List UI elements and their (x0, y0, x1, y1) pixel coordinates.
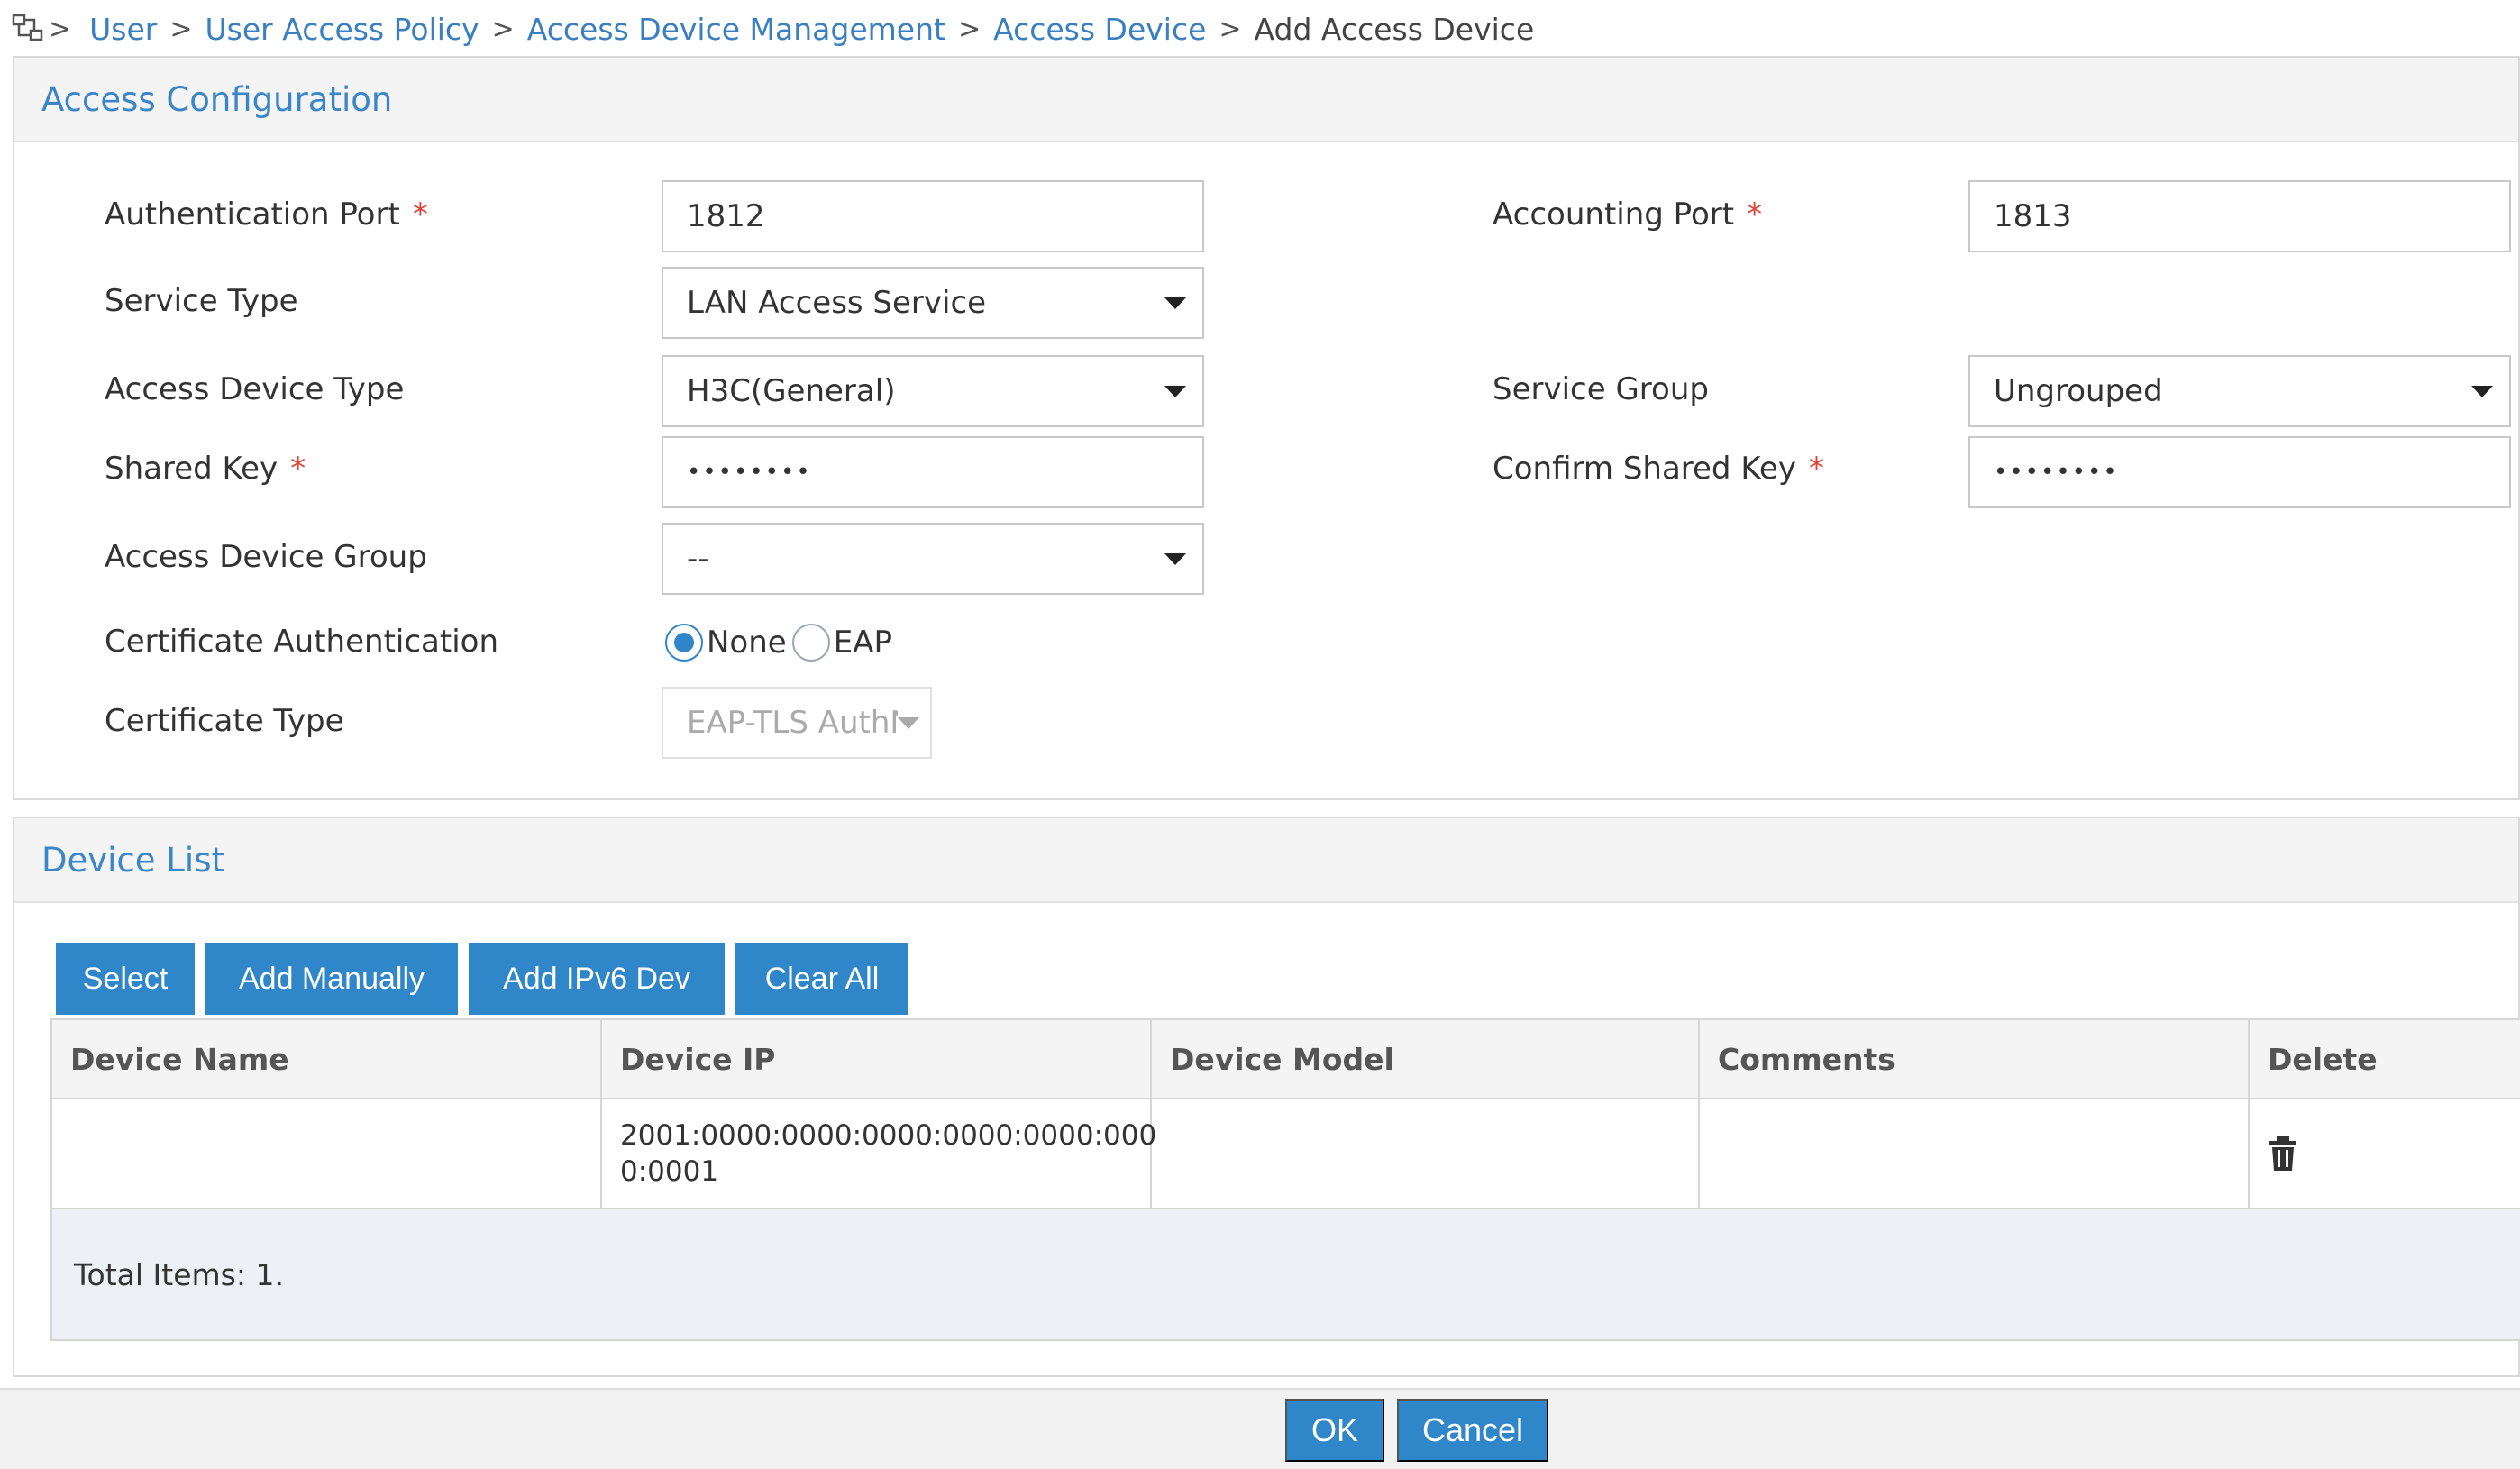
breadcrumb: > User > User Access Policy > Access Dev… (0, 0, 2520, 58)
auth-port-label-text: Authentication Port (105, 196, 400, 233)
acct-port-label: Accounting Port * (1493, 196, 1762, 233)
ok-button[interactable]: OK (1285, 1399, 1384, 1462)
table-footer-total: Total Items: 1. (52, 1209, 2520, 1339)
cell-comments (1700, 1099, 2250, 1208)
device-list-toolbar: Select Add Manually Add IPv6 Dev Clear A… (56, 943, 908, 1015)
cert-auth-radio-none[interactable] (665, 624, 703, 662)
device-table: Device Name Device IP Device Model Comme… (50, 1018, 2520, 1341)
required-marker: * (412, 196, 428, 233)
breadcrumb-separator: > (49, 13, 72, 45)
chevron-down-icon (1164, 386, 1186, 397)
add-manually-button[interactable]: Add Manually (205, 943, 458, 1015)
breadcrumb-link-access-device[interactable]: Access Device (993, 12, 1206, 47)
cert-auth-radio-eap[interactable] (791, 624, 830, 662)
column-header-device-model[interactable]: Device Model (1152, 1020, 1700, 1098)
chevron-down-icon (1164, 553, 1186, 565)
trash-icon[interactable] (2268, 1136, 2298, 1172)
cert-auth-option-eap-label[interactable]: EAP (834, 625, 892, 661)
device-group-select[interactable]: -- (662, 523, 1204, 595)
chevron-down-icon (2471, 386, 2493, 397)
cert-auth-label: Certificate Authentication (105, 624, 499, 660)
cert-auth-radio-group: None EAP (665, 624, 892, 662)
column-header-device-ip[interactable]: Device IP (602, 1020, 1152, 1098)
service-type-label: Service Type (105, 283, 298, 319)
chevron-down-icon (898, 717, 919, 729)
breadcrumb-separator: > (1219, 13, 1242, 45)
device-ip-line-1: 2001:0000:0000:0000:0000:0000:000 (620, 1119, 1157, 1152)
auth-port-value: 1812 (687, 198, 765, 234)
breadcrumb-separator: > (491, 13, 515, 45)
column-header-device-name[interactable]: Device Name (52, 1020, 602, 1098)
panel-title: Device List (14, 818, 2518, 903)
clear-all-button[interactable]: Clear All (735, 943, 908, 1015)
access-configuration-panel: Access Configuration Authentication Port… (13, 56, 2520, 800)
confirm-key-value: •••••••• (1994, 459, 2119, 486)
service-group-select[interactable]: Ungrouped (1968, 355, 2511, 427)
device-type-select[interactable]: H3C(General) (662, 355, 1204, 427)
device-type-label: Access Device Type (105, 371, 405, 407)
acct-port-input[interactable]: 1813 (1968, 180, 2511, 252)
panel-title: Access Configuration (14, 58, 2518, 142)
site-map-icon (11, 11, 47, 47)
device-type-value: H3C(General) (687, 373, 896, 409)
shared-key-label: Shared Key * (105, 451, 306, 487)
cert-auth-option-none-label[interactable]: None (707, 625, 787, 661)
cert-type-label: Certificate Type (105, 703, 344, 739)
cell-device-name (52, 1099, 602, 1208)
device-group-value: -- (687, 541, 709, 577)
cell-device-ip: 2001:0000:0000:0000:0000:0000:000 0:0001 (602, 1099, 1156, 1208)
shared-key-label-text: Shared Key (105, 451, 278, 487)
breadcrumb-link-access-device-management[interactable]: Access Device Management (527, 12, 945, 47)
required-marker: * (1808, 451, 1824, 487)
add-ipv6-dev-button[interactable]: Add IPv6 Dev (469, 943, 725, 1015)
select-button[interactable]: Select (56, 943, 195, 1015)
column-header-delete: Delete (2268, 1041, 2378, 1077)
shared-key-input[interactable]: •••••••• (662, 436, 1204, 508)
cell-delete (2250, 1099, 2520, 1208)
device-group-label: Access Device Group (105, 539, 427, 575)
service-type-select[interactable]: LAN Access Service (662, 267, 1204, 339)
required-marker: * (290, 451, 306, 487)
bottom-action-bar (0, 1388, 2520, 1469)
cert-type-select: EAP-TLS AuthN (662, 687, 932, 759)
acct-port-value: 1813 (1994, 198, 2072, 234)
service-type-value: LAN Access Service (687, 285, 987, 321)
cert-type-value: EAP-TLS AuthN (687, 705, 898, 741)
cell-device-model (1152, 1099, 1700, 1208)
confirm-key-label: Confirm Shared Key * (1493, 451, 1824, 487)
confirm-key-input[interactable]: •••••••• (1968, 436, 2511, 508)
breadcrumb-link-user-access-policy[interactable]: User Access Policy (205, 12, 479, 47)
cancel-button[interactable]: Cancel (1397, 1399, 1548, 1462)
table-header: Device Name Device IP Device Model Comme… (52, 1020, 2520, 1099)
breadcrumb-link-user[interactable]: User (89, 12, 157, 47)
service-group-label: Service Group (1493, 371, 1709, 407)
confirm-key-label-text: Confirm Shared Key (1493, 451, 1796, 487)
breadcrumb-separator: > (957, 13, 982, 45)
auth-port-input[interactable]: 1812 (662, 180, 1204, 252)
device-list-panel: Device List Select Add Manually Add IPv6… (13, 817, 2520, 1377)
breadcrumb-separator: > (169, 13, 193, 45)
auth-port-label: Authentication Port * (105, 196, 428, 233)
device-ip-line-2: 0:0001 (620, 1155, 719, 1188)
table-row: 2001:0000:0000:0000:0000:0000:000 0:0001 (52, 1099, 2520, 1209)
breadcrumb-current: Add Access Device (1254, 11, 1535, 47)
acct-port-label-text: Accounting Port (1493, 196, 1735, 233)
shared-key-value: •••••••• (687, 459, 812, 486)
chevron-down-icon (1164, 297, 1186, 309)
required-marker: * (1747, 196, 1763, 233)
column-header-comments[interactable]: Comments (1700, 1020, 2250, 1098)
service-group-value: Ungrouped (1994, 373, 2163, 409)
